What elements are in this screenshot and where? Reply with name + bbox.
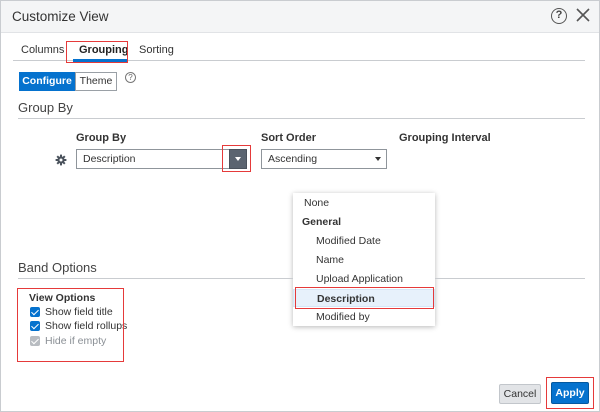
question-circle-icon[interactable]: ? xyxy=(551,8,567,24)
grouping-tab-highlight xyxy=(66,41,128,63)
close-icon[interactable] xyxy=(574,6,592,24)
sort-order-column-label: Sort Order xyxy=(261,132,317,144)
sort-order-select[interactable]: Ascending xyxy=(261,149,387,169)
dialog-title-bar: Customize View ? xyxy=(1,1,599,33)
selected-option-highlight xyxy=(295,287,434,309)
tab-sorting[interactable]: Sorting xyxy=(139,44,174,56)
sort-order-select-value: Ascending xyxy=(268,153,318,165)
group-by-section-title: Group By xyxy=(18,100,73,115)
section-divider xyxy=(18,278,293,279)
cancel-button[interactable]: Cancel xyxy=(499,384,541,404)
question-circle-icon[interactable]: ? xyxy=(125,72,136,83)
band-options-section-title: Band Options xyxy=(18,260,97,275)
grouping-interval-column-label: Grouping Interval xyxy=(399,132,491,144)
group-by-select-value: Description xyxy=(83,153,136,165)
dialog-title: Customize View xyxy=(12,9,109,24)
chevron-down-icon xyxy=(375,157,381,161)
group-by-column-label: Group By xyxy=(76,132,127,144)
view-options-highlight xyxy=(17,288,124,362)
customize-view-dialog: Customize View ? Columns Grouping Sortin… xyxy=(0,0,600,412)
dropdown-option[interactable]: Name xyxy=(293,251,435,269)
dropdown-group-header: General xyxy=(302,216,342,228)
dropdown-button-highlight xyxy=(222,145,251,172)
dropdown-option[interactable]: Upload Application xyxy=(293,270,435,288)
section-divider xyxy=(435,278,585,279)
section-divider xyxy=(18,118,585,119)
dropdown-option[interactable]: Modified by xyxy=(293,308,435,326)
dropdown-option-none[interactable]: None xyxy=(293,194,435,212)
apply-button-highlight xyxy=(546,377,594,409)
gear-icon[interactable] xyxy=(55,154,67,166)
configure-toggle-button[interactable]: Configure xyxy=(19,72,75,91)
theme-toggle-button[interactable]: Theme xyxy=(75,72,117,91)
tab-columns[interactable]: Columns xyxy=(21,44,64,56)
dropdown-option[interactable]: Modified Date xyxy=(293,232,435,250)
